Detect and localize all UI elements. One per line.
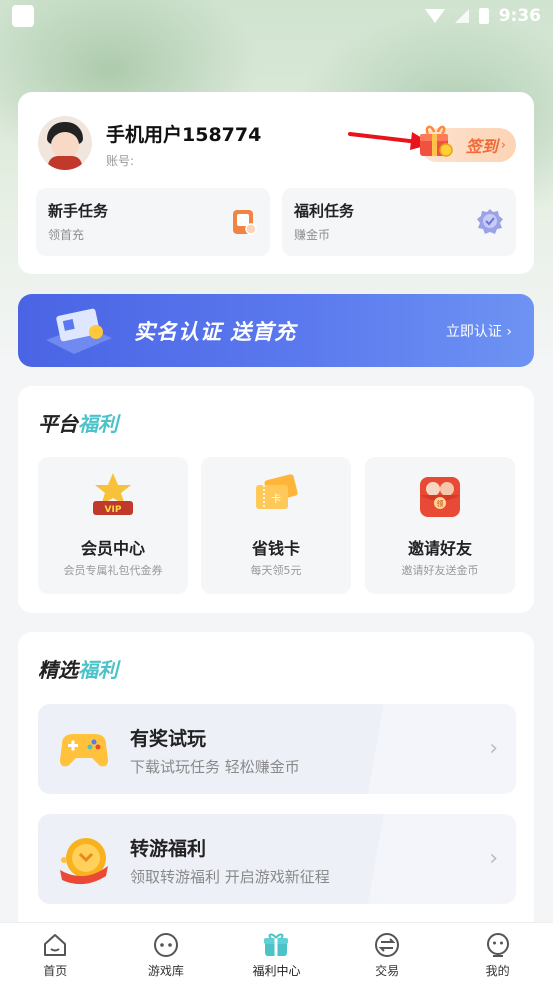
platform-welfare-section: 平台福利 VIP 会员中心 会员专属礼包代金券 卡 省钱卡 每天领5元 领 邀请… bbox=[18, 386, 534, 613]
username[interactable]: 手机用户158774 bbox=[106, 120, 261, 147]
banner-title: 实名认证 送首充 bbox=[134, 320, 297, 344]
status-time: 9:36 bbox=[498, 6, 541, 26]
vip-crown-icon: VIP bbox=[93, 473, 133, 515]
game-library-icon bbox=[153, 933, 178, 957]
nav-game-library[interactable]: 游戏库 bbox=[111, 923, 222, 983]
item-title: 邀请好友 bbox=[407, 539, 472, 558]
item-title: 省钱卡 bbox=[251, 539, 300, 558]
task-subtitle: 领首充 bbox=[48, 228, 85, 242]
nav-label: 福利中心 bbox=[252, 964, 301, 978]
savings-card-item[interactable]: 卡 省钱卡 每天领5元 bbox=[201, 457, 351, 594]
chevron-right-icon: › bbox=[500, 137, 506, 153]
signal-icon bbox=[454, 9, 469, 23]
app-notification-icon bbox=[12, 5, 34, 27]
status-bar: 9:36 bbox=[0, 0, 553, 32]
item-subtitle: 会员专属礼包代金券 bbox=[63, 564, 163, 577]
badge-icon bbox=[477, 209, 503, 234]
coin-icon bbox=[60, 838, 108, 885]
user-card: 手机用户158774 账号: 签到 › 新手任务 领首充 福利任务 赚金币 bbox=[18, 92, 534, 274]
gift-box-icon bbox=[420, 125, 453, 157]
task-newbie[interactable]: 新手任务 领首充 bbox=[36, 188, 270, 256]
nav-label: 我的 bbox=[485, 964, 510, 978]
item-subtitle: 领取转游福利 开启游戏新征程 bbox=[130, 868, 330, 886]
transfer-game-item[interactable]: 转游福利 领取转游福利 开启游戏新征程 › bbox=[38, 814, 516, 904]
nav-label: 游戏库 bbox=[147, 964, 184, 978]
tablet-icon bbox=[233, 210, 257, 235]
task-title: 新手任务 bbox=[48, 202, 109, 220]
item-title: 会员中心 bbox=[80, 539, 145, 558]
task-subtitle: 赚金币 bbox=[294, 228, 331, 242]
red-envelope-icon: 领 bbox=[420, 477, 460, 517]
avatar[interactable] bbox=[38, 116, 92, 170]
card-ticket-icon: 卡 bbox=[256, 474, 298, 509]
task-title: 福利任务 bbox=[294, 202, 355, 220]
item-subtitle: 邀请好友送金币 bbox=[401, 564, 479, 577]
item-subtitle: 每天领5元 bbox=[250, 564, 302, 577]
wifi-icon bbox=[424, 9, 445, 23]
nav-trade[interactable]: 交易 bbox=[332, 923, 443, 983]
svg-text:领: 领 bbox=[437, 499, 444, 508]
bottom-nav: 首页 游戏库 福利中心 交易 我的 bbox=[0, 922, 553, 983]
battery-icon bbox=[478, 8, 489, 24]
task-welfare[interactable]: 福利任务 赚金币 bbox=[282, 188, 516, 256]
svg-text:VIP: VIP bbox=[105, 505, 122, 515]
nav-profile[interactable]: 我的 bbox=[442, 923, 553, 983]
real-name-banner[interactable]: 实名认证 送首充 立即认证 › bbox=[18, 294, 534, 367]
invite-friends-item[interactable]: 领 邀请好友 邀请好友送金币 bbox=[365, 457, 515, 594]
account-label: 账号: bbox=[106, 154, 135, 168]
home-icon bbox=[44, 934, 67, 956]
trade-icon bbox=[375, 933, 400, 957]
section-title: 平台福利 bbox=[38, 412, 118, 436]
trial-play-item[interactable]: 有奖试玩 下载试玩任务 轻松赚金币 › bbox=[38, 704, 516, 794]
profile-icon bbox=[486, 933, 509, 957]
gift-icon bbox=[264, 933, 289, 956]
verify-now-link[interactable]: 立即认证 › bbox=[446, 321, 512, 341]
nav-welfare-center[interactable]: 福利中心 bbox=[221, 923, 332, 983]
nav-home[interactable]: 首页 bbox=[0, 923, 111, 983]
chevron-right-icon: › bbox=[489, 846, 498, 871]
nav-label: 交易 bbox=[375, 964, 400, 978]
checkin-label: 签到 bbox=[465, 137, 498, 156]
item-title: 有奖试玩 bbox=[130, 728, 207, 750]
selected-welfare-section: 精选福利 有奖试玩 下载试玩任务 轻松赚金币 › 转游福利 领取转游福利 开启游… bbox=[18, 632, 534, 932]
item-title: 转游福利 bbox=[130, 838, 207, 860]
item-subtitle: 下载试玩任务 轻松赚金币 bbox=[130, 758, 300, 776]
section-title: 精选福利 bbox=[38, 658, 118, 682]
chevron-right-icon: › bbox=[489, 736, 498, 761]
gamepad-icon bbox=[60, 734, 108, 767]
svg-text:卡: 卡 bbox=[271, 492, 281, 505]
id-card-icon bbox=[46, 308, 112, 354]
member-center-item[interactable]: VIP 会员中心 会员专属礼包代金券 bbox=[38, 457, 188, 594]
status-icons: 9:36 bbox=[424, 6, 541, 26]
nav-label: 首页 bbox=[43, 964, 68, 978]
